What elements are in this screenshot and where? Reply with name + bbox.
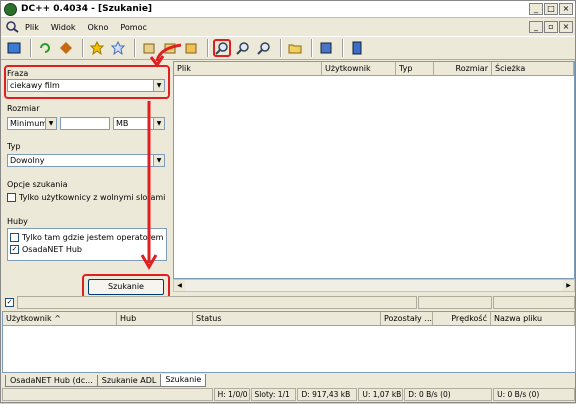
status-pane: [17, 296, 417, 309]
col-user[interactable]: Użytkownik ^: [3, 312, 117, 325]
favorites-icon[interactable]: [88, 39, 106, 57]
menu-app-icon: [5, 21, 19, 33]
main-window: DC++ 0.4034 - [Szukanie] _ □ × Plik Wido…: [0, 0, 576, 403]
finished-icon[interactable]: [161, 39, 179, 57]
menu-okno[interactable]: Okno: [81, 23, 114, 32]
tab-osadanet-hub[interactable]: OsadaNET Hub (dc...: [5, 375, 98, 387]
hub-checkbox[interactable]: ✓: [10, 245, 19, 254]
col-uzytkownik[interactable]: Użytkownik: [322, 62, 396, 75]
chevron-down-icon[interactable]: ▼: [153, 155, 164, 166]
toolbar-separator: [82, 39, 84, 57]
adl-search-icon[interactable]: [234, 39, 252, 57]
sort-indicator-icon: ^: [54, 314, 61, 323]
status-hubs: H: 1/0/0: [213, 388, 250, 401]
toolbar: [1, 36, 575, 60]
transfer-header: Użytkownik ^ Hub Status Pozostały ... Pr…: [3, 312, 575, 326]
app-icon: [4, 2, 17, 16]
chevron-down-icon[interactable]: ▼: [153, 118, 164, 129]
search-icon[interactable]: [213, 39, 231, 57]
results-header: Plik Użytkownik Typ Rozmiar Ścieżka: [174, 62, 574, 76]
col-rozmiar[interactable]: Rozmiar: [434, 62, 492, 75]
search-status-row: ✓: [2, 295, 576, 310]
hub-item[interactable]: ✓ OsadaNET Hub: [10, 244, 164, 256]
favorite-users-icon[interactable]: [109, 39, 127, 57]
window-title: DC++ 0.4034 - [Szukanie]: [21, 4, 153, 14]
status-downloaded: D: 917,43 kB: [297, 388, 358, 401]
size-input[interactable]: [60, 117, 110, 130]
status-slots: Sloty: 1/1: [250, 388, 297, 401]
hubs-list: Tylko tam gdzie jestem operatorem ✓ Osada…: [7, 228, 167, 261]
hub-item[interactable]: Tylko tam gdzie jestem operatorem: [10, 232, 164, 244]
menu-widok[interactable]: Widok: [45, 23, 82, 32]
close-button[interactable]: ×: [559, 3, 573, 15]
connect-icon[interactable]: [5, 39, 23, 57]
col-hub[interactable]: Hub: [117, 312, 193, 325]
toolbar-separator: [311, 39, 313, 57]
search-panel: Fraza ciekawy film ▼ Rozmiar Minimum ▼ M…: [2, 61, 172, 299]
toolbar-separator: [207, 39, 209, 57]
hubs-label: Huby: [7, 217, 28, 226]
status-pane: [418, 296, 492, 309]
col-remaining[interactable]: Pozostały ...: [381, 312, 433, 325]
minimize-button[interactable]: _: [529, 3, 543, 15]
highlight-box: [4, 65, 170, 99]
type-label: Typ: [7, 142, 21, 151]
mdi-close-button[interactable]: ×: [559, 21, 573, 33]
chevron-down-icon[interactable]: ▼: [45, 118, 56, 129]
col-plik[interactable]: Plik: [174, 62, 322, 75]
menu-pomoc[interactable]: Pomoc: [114, 23, 153, 32]
toolbar-separator: [134, 39, 136, 57]
tab-bar: OsadaNET Hub (dc... Szukanie ADL Szukani…: [2, 373, 576, 387]
menu-plik[interactable]: Plik: [19, 23, 45, 32]
toolbar-separator: [342, 39, 344, 57]
type-select[interactable]: Dowolny ▼: [7, 154, 165, 167]
col-filename[interactable]: Nazwa pliku: [491, 312, 575, 325]
free-slots-option[interactable]: Tylko użytkownicy z wolnymi slotami: [7, 193, 165, 202]
tab-szukanie-adl[interactable]: Szukanie ADL: [96, 375, 162, 387]
hub-checkbox[interactable]: [10, 233, 19, 242]
open-filelist-icon[interactable]: [286, 39, 304, 57]
size-label: Rozmiar: [7, 104, 40, 113]
maximize-button[interactable]: □: [544, 3, 558, 15]
status-checkbox[interactable]: ✓: [5, 298, 14, 307]
results-table[interactable]: Plik Użytkownik Typ Rozmiar Ścieżka: [173, 61, 575, 279]
status-message: [2, 388, 213, 401]
notepad-icon[interactable]: [348, 39, 366, 57]
mdi-minimize-button[interactable]: _: [529, 21, 543, 33]
status-bar: H: 1/0/0 Sloty: 1/1 D: 917,43 kB U: 1,07…: [2, 387, 576, 402]
menu-bar: Plik Widok Okno Pomoc _ ▫ ×: [1, 18, 575, 36]
upload-icon[interactable]: [182, 39, 200, 57]
col-sciezka[interactable]: Ścieżka: [492, 62, 574, 75]
title-bar[interactable]: DC++ 0.4034 - [Szukanie] _ □ ×: [1, 1, 575, 18]
settings-icon[interactable]: [317, 39, 335, 57]
size-unit-select[interactable]: MB ▼: [113, 117, 165, 130]
reconnect-icon[interactable]: [36, 39, 54, 57]
scroll-left-icon[interactable]: ◀: [174, 280, 185, 291]
toolbar-separator: [30, 39, 32, 57]
status-pane: [493, 296, 575, 309]
follow-icon[interactable]: [57, 39, 75, 57]
size-mode-select[interactable]: Minimum ▼: [7, 117, 57, 130]
status-download-speed: D: 0 B/s (0): [404, 388, 493, 401]
toolbar-separator: [280, 39, 282, 57]
transfer-table[interactable]: Użytkownik ^ Hub Status Pozostały ... Pr…: [2, 311, 576, 373]
free-slots-checkbox[interactable]: [7, 193, 16, 202]
horizontal-scrollbar[interactable]: ◀ ▶: [173, 279, 575, 292]
tab-szukanie[interactable]: Szukanie: [160, 374, 207, 387]
col-speed[interactable]: Prędkość: [433, 312, 491, 325]
col-status[interactable]: Status: [193, 312, 381, 325]
col-typ[interactable]: Typ: [396, 62, 434, 75]
status-uploaded: U: 1,07 kB: [358, 388, 404, 401]
options-label: Opcje szukania: [7, 180, 68, 189]
queue-icon[interactable]: [140, 39, 158, 57]
scroll-right-icon[interactable]: ▶: [563, 280, 574, 291]
search-spy-icon[interactable]: [255, 39, 273, 57]
status-upload-speed: U: 0 B/s (0): [493, 388, 575, 401]
mdi-restore-button[interactable]: ▫: [544, 21, 558, 33]
